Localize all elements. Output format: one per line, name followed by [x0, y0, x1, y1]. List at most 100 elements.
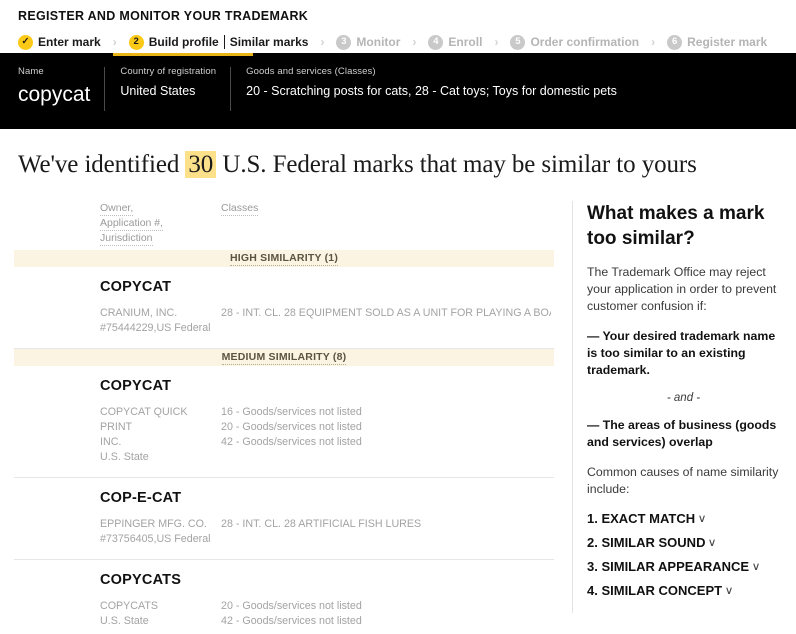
- accordion-exact-match[interactable]: 1. EXACT MATCH ∨: [587, 511, 780, 526]
- results-headline: We've identified 30 U.S. Federal marks t…: [0, 129, 796, 179]
- mark-title: COPYCAT: [100, 279, 172, 295]
- info-sidebar: What makes a mark too similar? The Trade…: [573, 201, 796, 613]
- column-header-classes-label: Classes: [221, 202, 259, 216]
- mark-summary-bar: Name copycat Country of registration Uni…: [0, 53, 796, 129]
- chevron-down-icon: ∨: [724, 585, 734, 597]
- accordion-exact-match-label: 1. EXACT MATCH: [587, 511, 696, 526]
- owner-line: U.S. State: [100, 451, 149, 463]
- column-header-classes[interactable]: Classes: [221, 201, 521, 246]
- chevron-right-icon: ›: [112, 35, 117, 49]
- class-line: 20 - Goods/services not listed: [221, 421, 362, 433]
- chevron-down-icon: ∨: [751, 561, 761, 573]
- table-row[interactable]: COPYCAT COPYCAT QUICK PRINT INC. U.S. St…: [14, 366, 554, 478]
- row-owner-cell: COPYCAT QUICK PRINT INC. U.S. State: [100, 405, 221, 465]
- owner-line: CRANIUM, INC.: [100, 307, 178, 319]
- sidebar-title: What makes a mark too similar?: [587, 203, 765, 249]
- chevron-right-icon: ›: [651, 35, 656, 49]
- column-header-owner-line3: Jurisdiction: [100, 232, 153, 246]
- owner-line: #73756405,US Federal: [100, 533, 211, 545]
- owner-line: #75444229,US Federal: [100, 322, 211, 334]
- accordion-similar-sound[interactable]: 2. SIMILAR SOUND ∨: [587, 535, 780, 550]
- mark-name-column: Name copycat: [0, 66, 104, 105]
- step-label-enroll: Enroll: [448, 35, 483, 49]
- mark-title: COPYCAT: [100, 378, 172, 394]
- step-substep-similar-marks[interactable]: Similar marks: [230, 35, 309, 49]
- page-body: Owner, Application #, Jurisdiction Class…: [0, 179, 796, 627]
- owner-line: U.S. State: [100, 615, 149, 627]
- row-owner-cell: EPPINGER MFG. CO. #73756405,US Federal: [100, 517, 221, 547]
- column-header-owner[interactable]: Owner, Application #, Jurisdiction: [100, 201, 221, 246]
- row-classes-cell: 20 - Goods/services not listed 42 - Good…: [221, 599, 551, 629]
- goods-column: Goods and services (Classes) 20 - Scratc…: [230, 66, 631, 111]
- headline-prefix: We've identified: [18, 151, 180, 178]
- sidebar-intro: The Trademark Office may reject your app…: [587, 265, 777, 313]
- accordion-similar-appearance-label: 3. SIMILAR APPEARANCE: [587, 559, 750, 574]
- accordion-similar-appearance[interactable]: 3. SIMILAR APPEARANCE ∨: [587, 559, 780, 574]
- table-row[interactable]: COPYCAT CRANIUM, INC. #75444229,US Feder…: [14, 267, 554, 349]
- row-owner-cell: CRANIUM, INC. #75444229,US Federal: [100, 306, 221, 336]
- chevron-right-icon: ›: [494, 35, 499, 49]
- class-line: 28 - INT. CL. 28 ARTIFICIAL FISH LURES: [221, 518, 422, 530]
- similarity-band-medium: MEDIUM SIMILARITY (8): [14, 349, 554, 366]
- sidebar-causes-intro: Common causes of name similarity include…: [587, 465, 779, 496]
- row-classes-cell: 28 - INT. CL. 28 ARTIFICIAL FISH LURES: [221, 517, 551, 547]
- class-line: 28 - INT. CL. 28 EQUIPMENT SOLD AS A UNI…: [221, 307, 551, 319]
- class-line: 16 - Goods/services not listed: [221, 406, 362, 418]
- step-number-2: 2: [128, 34, 144, 50]
- mark-title: COP-E-CAT: [100, 490, 182, 506]
- row-classes-cell: 28 - INT. CL. 28 EQUIPMENT SOLD AS A UNI…: [221, 306, 551, 336]
- step-number-5: 5: [510, 34, 526, 50]
- accordion-similar-concept-label: 4. SIMILAR CONCEPT: [587, 583, 723, 598]
- row-classes-cell: 16 - Goods/services not listed 20 - Good…: [221, 405, 551, 465]
- column-header-owner-line2: Application #,: [100, 217, 164, 231]
- page-title: REGISTER AND MONITOR YOUR TRADEMARK: [18, 9, 309, 23]
- accordion-similar-concept[interactable]: 4. SIMILAR CONCEPT ∨: [587, 583, 780, 598]
- table-row[interactable]: COPYCATS COPYCATS U.S. State 20 - Goods/…: [14, 560, 554, 634]
- results-column-headers: Owner, Application #, Jurisdiction Class…: [14, 201, 554, 250]
- step-number-3: 3: [336, 34, 352, 50]
- sidebar-condition-2: — The areas of business (goods and servi…: [587, 418, 777, 449]
- step-number-4: 4: [428, 34, 444, 50]
- headline-suffix: U.S. Federal marks that may be similar t…: [222, 151, 697, 178]
- step-register-mark[interactable]: 6 Register mark: [667, 34, 768, 50]
- active-step-underline: [113, 53, 253, 56]
- step-build-profile[interactable]: 2 Build profile Similar marks: [128, 34, 309, 50]
- mark-name-value: copycat: [18, 83, 91, 106]
- step-label-order-confirmation: Order confirmation: [530, 35, 640, 49]
- step-substep-divider: [223, 35, 225, 49]
- step-enroll[interactable]: 4 Enroll: [428, 34, 483, 50]
- step-enter-mark[interactable]: ✓ Enter mark: [18, 34, 101, 50]
- owner-line: COPYCATS: [100, 600, 158, 612]
- goods-value: 20 - Scratching posts for cats, 28 - Cat…: [246, 84, 617, 98]
- step-order-confirmation[interactable]: 5 Order confirmation: [510, 34, 640, 50]
- owner-line: EPPINGER MFG. CO.: [100, 518, 207, 530]
- results-count-badge: 30: [185, 151, 217, 178]
- step-number-6: 6: [667, 34, 683, 50]
- table-row[interactable]: COP-E-CAT EPPINGER MFG. CO. #73756405,US…: [14, 478, 554, 560]
- chevron-right-icon: ›: [320, 35, 325, 49]
- mark-name-label: Name: [18, 66, 44, 77]
- class-line: 42 - Goods/services not listed: [221, 615, 362, 627]
- step-label-build-profile: Build profile: [148, 35, 219, 49]
- similarity-band-medium-label: MEDIUM SIMILARITY (8): [221, 350, 347, 365]
- progress-stepper: ✓ Enter mark › 2 Build profile Similar m…: [0, 23, 796, 53]
- similarity-band-high: HIGH SIMILARITY (1): [14, 250, 554, 267]
- check-icon: ✓: [18, 34, 33, 50]
- class-line: 20 - Goods/services not listed: [221, 600, 362, 612]
- step-label-register-mark: Register mark: [687, 35, 768, 49]
- step-label-monitor: Monitor: [356, 35, 401, 49]
- chevron-down-icon: ∨: [697, 513, 707, 525]
- column-header-owner-line1: Owner,: [100, 202, 134, 216]
- accordion-similar-sound-label: 2. SIMILAR SOUND: [587, 535, 706, 550]
- class-line: 42 - Goods/services not listed: [221, 436, 362, 448]
- mark-title: COPYCATS: [100, 572, 182, 588]
- country-column: Country of registration United States: [104, 66, 230, 111]
- goods-label: Goods and services (Classes): [246, 66, 376, 77]
- chevron-right-icon: ›: [412, 35, 417, 49]
- row-owner-cell: COPYCATS U.S. State: [100, 599, 221, 629]
- step-monitor[interactable]: 3 Monitor: [336, 34, 401, 50]
- similar-marks-results: Owner, Application #, Jurisdiction Class…: [0, 201, 573, 627]
- step-label-enter-mark: Enter mark: [38, 35, 101, 49]
- owner-line: COPYCAT QUICK PRINT: [100, 406, 188, 433]
- sidebar-and-connector: - and -: [666, 392, 701, 404]
